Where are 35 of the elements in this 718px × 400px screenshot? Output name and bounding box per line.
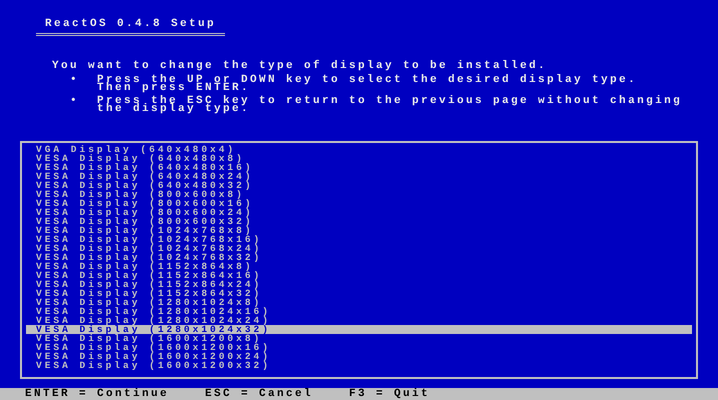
display-option[interactable]: VESA Display (1024x768x24) [26,244,692,253]
instruction-line: the display type. [97,105,252,113]
display-option[interactable]: VESA Display (1152x864x16) [26,271,692,280]
key-hint: ENTER = Continue [25,390,170,398]
display-option[interactable]: VESA Display (1280x1024x8) [26,298,692,307]
display-option[interactable]: VESA Display (640x480x32) [26,181,692,190]
display-option[interactable]: VESA Display (800x600x24) [26,208,692,217]
display-option[interactable]: VESA Display (1024x768x8) [26,226,692,235]
display-option[interactable]: VESA Display (640x480x8) [26,154,692,163]
display-option[interactable]: VESA Display (1152x864x24) [26,280,692,289]
instruction-line: Then press ENTER. [97,84,250,92]
key-hint: F3 = Quit [349,390,430,398]
bullet-marker: • [70,97,80,109]
display-option[interactable]: VESA Display (1152x864x32) [26,289,692,298]
display-option[interactable]: VESA Display (1600x1200x24) [26,352,692,361]
display-option[interactable]: VESA Display (1600x1200x8) [26,334,692,343]
display-option[interactable]: VESA Display (640x480x16) [26,163,692,172]
display-option[interactable]: VESA Display (800x600x8) [26,190,692,199]
display-option[interactable]: VESA Display (1024x768x32) [26,253,692,262]
setup-title: ReactOS 0.4.8 Setup [36,20,226,36]
display-option[interactable]: VESA Display (1280x1024x24) [26,316,692,325]
display-option[interactable]: VESA Display (800x600x16) [26,199,692,208]
display-option[interactable]: VESA Display (800x600x32) [26,217,692,226]
display-option[interactable]: VESA Display (1600x1200x32) [26,361,692,370]
display-option[interactable]: VESA Display (640x480x24) [26,172,692,181]
instruction-text: You want to change the type of display to be installed. [52,62,548,71]
display-option[interactable]: VESA Display (1280x1024x16) [26,307,692,316]
display-option[interactable]: VESA Display (1024x768x16) [26,235,692,244]
key-hint: ESC = Cancel [205,390,314,398]
display-option[interactable]: VESA Display (1600x1200x16) [26,343,692,352]
display-option[interactable]: VGA Display (640x480x4) [26,145,692,154]
instruction-line: Press the UP or DOWN key to select the desired display type. [97,76,638,84]
display-option[interactable]: VESA Display (1280x1024x32) [26,325,692,334]
display-option[interactable]: VESA Display (1152x864x8) [26,262,692,271]
bullet-marker: • [70,76,80,88]
